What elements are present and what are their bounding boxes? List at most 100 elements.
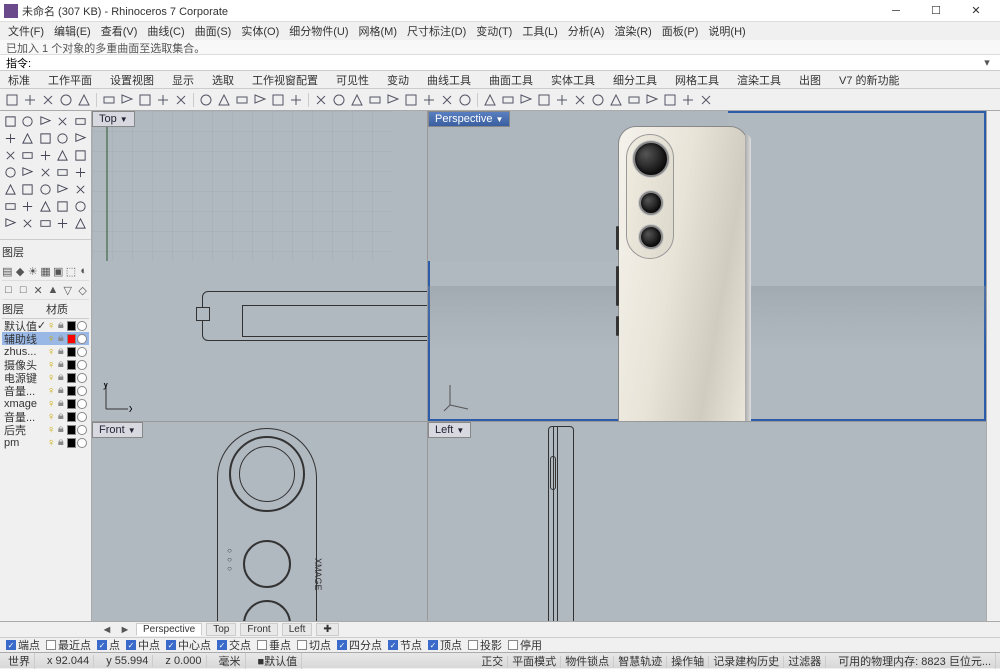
layer-lock-icon[interactable]: 🔒︎ [56, 332, 66, 345]
layer-tool-button[interactable]: ◇ [76, 283, 89, 297]
layer-material-swatch[interactable] [77, 412, 87, 422]
layer-color-swatch[interactable] [67, 425, 77, 435]
menu-item[interactable]: 编辑(E) [50, 23, 95, 39]
layer-tool-button[interactable]: ▤ [2, 264, 13, 278]
menu-item[interactable]: 文件(F) [4, 23, 48, 39]
layer-bulb-icon[interactable]: ♀ [46, 385, 56, 397]
tool-button[interactable] [2, 164, 18, 180]
layer-material-swatch[interactable] [77, 425, 87, 435]
tool-button[interactable] [37, 198, 53, 214]
osnap-item[interactable]: 最近点 [46, 637, 91, 653]
toolbar-button[interactable] [155, 92, 171, 108]
tool-button[interactable] [20, 113, 36, 129]
layer-lock-icon[interactable]: 🔒︎ [56, 319, 66, 332]
toolbar-tab[interactable]: 可见性 [332, 72, 373, 88]
menu-item[interactable]: 网格(M) [355, 23, 402, 39]
toolbar-button[interactable] [58, 92, 74, 108]
layer-row[interactable]: 辅助线♀🔒︎ [2, 332, 89, 345]
toolbar-button[interactable] [608, 92, 624, 108]
toolbar-button[interactable] [421, 92, 437, 108]
layer-bulb-icon[interactable]: ♀ [46, 398, 56, 410]
toolbar-tab[interactable]: 工作视窗配置 [248, 72, 322, 88]
tool-button[interactable] [2, 147, 18, 163]
toolbar-button[interactable] [536, 92, 552, 108]
layer-lock-icon[interactable]: 🔒︎ [56, 397, 66, 410]
tool-button[interactable] [2, 181, 18, 197]
menu-item[interactable]: 曲面(S) [191, 23, 236, 39]
toolbar-tab[interactable]: 曲线工具 [423, 72, 475, 88]
toolbar-tab[interactable]: 变动 [383, 72, 413, 88]
layer-material-swatch[interactable] [77, 360, 87, 370]
status-world[interactable]: 世界 [4, 653, 35, 669]
toolbar-tab[interactable]: 标准 [4, 72, 34, 88]
layer-tool-button[interactable]: ✕ [32, 283, 45, 297]
menu-item[interactable]: 工具(L) [518, 23, 561, 39]
toolbar-button[interactable] [403, 92, 419, 108]
toolbar-button[interactable] [216, 92, 232, 108]
tool-button[interactable] [55, 113, 71, 129]
layer-bulb-icon[interactable]: ♀ [46, 359, 56, 371]
tool-button[interactable] [20, 198, 36, 214]
viewport-label-front[interactable]: Front▼ [92, 422, 143, 438]
tool-button[interactable] [72, 164, 88, 180]
tool-button[interactable] [55, 215, 71, 231]
tool-button[interactable] [37, 215, 53, 231]
toolbar-tab[interactable]: 网格工具 [671, 72, 723, 88]
layer-lock-icon[interactable]: 🔒︎ [56, 358, 66, 371]
layer-lock-icon[interactable]: 🔒︎ [56, 371, 66, 384]
tool-button[interactable] [37, 113, 53, 129]
tool-button[interactable] [55, 147, 71, 163]
toolbar-tab[interactable]: 设置视图 [106, 72, 158, 88]
menu-item[interactable]: 说明(H) [704, 23, 749, 39]
layer-color-swatch[interactable] [67, 399, 77, 409]
layer-bulb-icon[interactable]: ♀ [46, 333, 56, 345]
tool-button[interactable] [2, 113, 18, 129]
status-toggle[interactable]: 物件锁点 [561, 656, 614, 668]
tool-button[interactable] [37, 130, 53, 146]
toolbar-button[interactable] [4, 92, 20, 108]
toolbar-button[interactable] [349, 92, 365, 108]
tool-button[interactable] [72, 130, 88, 146]
layer-material-swatch[interactable] [77, 373, 87, 383]
layer-color-swatch[interactable] [67, 334, 77, 344]
tool-button[interactable] [20, 130, 36, 146]
layer-bulb-icon[interactable]: ♀ [46, 411, 56, 423]
layer-lock-icon[interactable]: 🔒︎ [56, 384, 66, 397]
toolbar-tab[interactable]: 出图 [795, 72, 825, 88]
viewport-label-left[interactable]: Left▼ [428, 422, 471, 438]
command-input[interactable] [35, 57, 980, 69]
layer-color-swatch[interactable] [67, 386, 77, 396]
layer-material-swatch[interactable] [77, 386, 87, 396]
layer-current-icon[interactable]: ✓ [37, 319, 47, 332]
menu-item[interactable]: 细分物件(U) [285, 23, 352, 39]
toolbar-button[interactable] [500, 92, 516, 108]
tool-button[interactable] [72, 181, 88, 197]
toolbar-button[interactable] [198, 92, 214, 108]
toolbar-button[interactable] [554, 92, 570, 108]
tool-button[interactable] [55, 130, 71, 146]
layer-row[interactable]: 音量...♀🔒︎ [2, 384, 89, 397]
menu-item[interactable]: 尺寸标注(D) [403, 23, 470, 39]
layer-color-swatch[interactable] [67, 373, 77, 383]
minimize-button[interactable]: ─ [876, 1, 916, 21]
osnap-item[interactable]: ✓中心点 [166, 637, 211, 653]
layer-tool-button[interactable]: ◐ [78, 264, 89, 278]
menu-item[interactable]: 面板(P) [658, 23, 703, 39]
toolbar-button[interactable] [385, 92, 401, 108]
tool-button[interactable] [55, 181, 71, 197]
osnap-item[interactable]: ✓端点 [6, 637, 40, 653]
toolbar-button[interactable] [288, 92, 304, 108]
toolbar-button[interactable] [252, 92, 268, 108]
command-dropdown-icon[interactable]: ▾ [980, 56, 994, 69]
layer-lock-icon[interactable]: 🔒︎ [56, 423, 66, 436]
command-prompt[interactable]: 指令: ▾ [0, 54, 1000, 70]
toolbar-button[interactable] [482, 92, 498, 108]
osnap-item[interactable]: ✓点 [97, 637, 120, 653]
toolbar-button[interactable] [313, 92, 329, 108]
maximize-button[interactable]: ☐ [916, 1, 956, 21]
viewport-label-top[interactable]: Top▼ [92, 111, 135, 127]
toolbar-tab[interactable]: 曲面工具 [485, 72, 537, 88]
layer-color-swatch[interactable] [67, 438, 77, 448]
status-layer[interactable]: ■默认值 [254, 653, 303, 669]
osnap-item[interactable]: ✓节点 [388, 637, 422, 653]
